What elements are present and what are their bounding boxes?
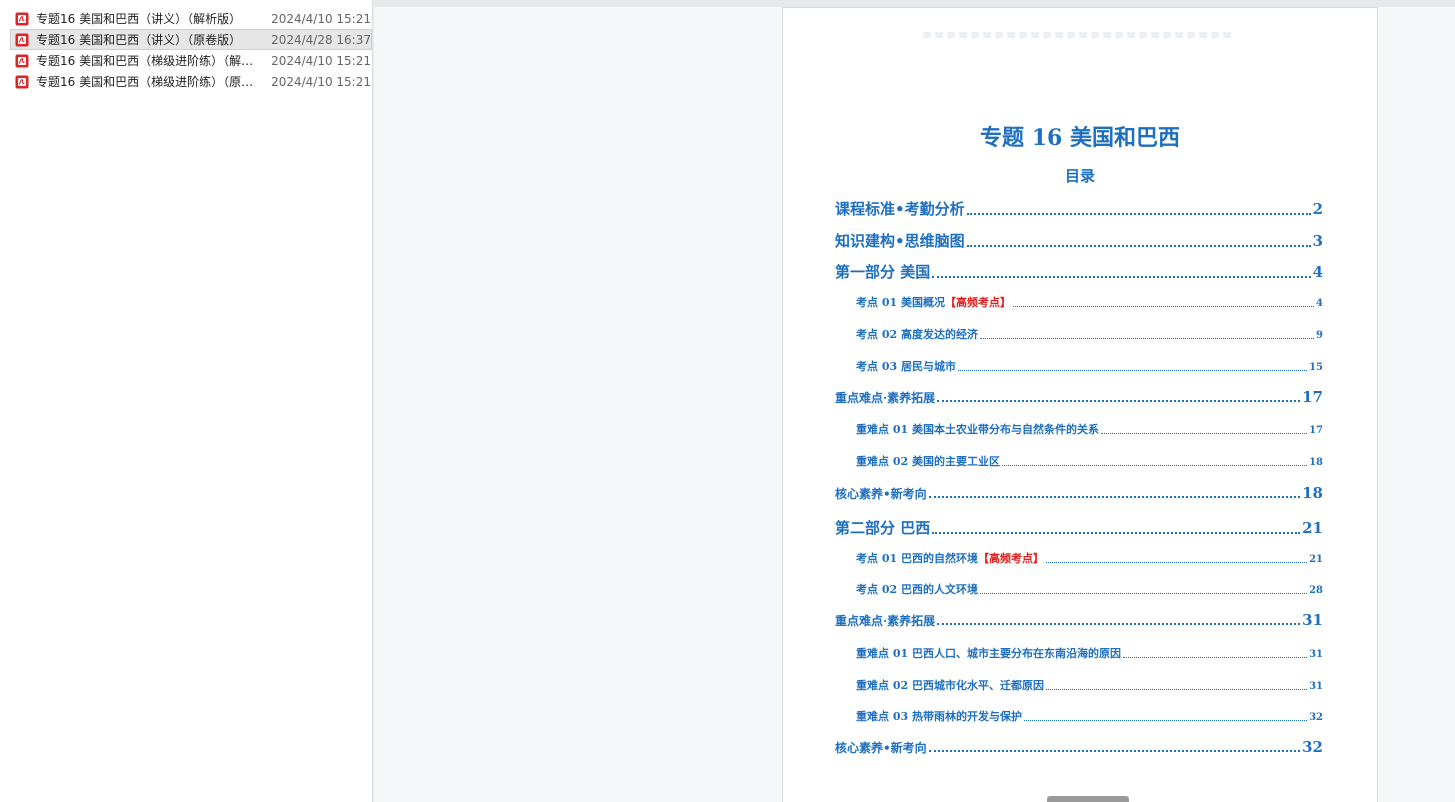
toc-leader-dots [928,750,1301,752]
pdf-icon [15,33,29,46]
toc-entry-text: 重点难点·素养拓展 [835,614,936,628]
toc-entry-highlight: 【高频考点】 [944,296,1011,309]
file-row-2[interactable]: 专题16 美国和巴西（梯级进阶练）（解析版） 2024/4/10 15:21 [10,50,372,71]
toc-page-number: 32 [1309,712,1323,723]
file-name: 专题16 美国和巴西（梯级进阶练）（解析版） [36,54,256,68]
toc-page-number: 18 [1302,484,1323,502]
file-row-3[interactable]: 专题16 美国和巴西（梯级进阶练）（原卷版） 2024/4/10 15:21 [10,71,372,92]
document-viewer[interactable]: 专题 16 美国和巴西 目录 课程标准•考勤分析 2 知识建构•思维脑图 3 第… [374,0,1455,802]
toc-entry-text: 第二部分 巴西 [835,519,931,537]
toc-entry[interactable]: 考点 02 巴西的人文环境 28 [856,581,1323,597]
toc-entry[interactable]: 考点 02 高度发达的经济 9 [856,326,1323,342]
page-header-watermark [923,32,1233,38]
toc-leader-dots [1023,720,1308,721]
toc-entry-text: 重点难点·素养拓展 [835,391,936,405]
toc-page-number: 31 [1309,649,1323,660]
document-title: 专题 16 美国和巴西 [980,125,1180,151]
toc-leader-dots [1045,562,1308,563]
toc-page-number: 32 [1302,738,1323,756]
toc-page-number: 3 [1312,232,1323,250]
toc-entry[interactable]: 考点 01 美国概况 【高频考点】 4 [856,294,1323,310]
toc-entry-text: 课程标准•考勤分析 [835,200,965,218]
file-date: 2024/4/10 15:21 [271,74,371,89]
toc-leader-dots [932,276,1311,278]
toc-leader-dots [937,623,1301,625]
toc-leader-dots [1122,657,1308,658]
toc-leader-dots [966,245,1311,247]
toc-page-number: 21 [1309,554,1323,565]
pdf-icon [15,75,29,88]
toc-page-number: 17 [1309,425,1323,436]
toc-page-number: 17 [1302,388,1323,406]
toc-page-number: 4 [1312,263,1323,281]
toc-entry[interactable]: 第一部分 美国 4 [835,261,1323,282]
toc-entry[interactable]: 重难点 01 美国本土农业带分布与自然条件的关系 17 [856,421,1323,437]
toc-entry[interactable]: 重难点 03 热带雨林的开发与保护 32 [856,708,1323,724]
toc-entry[interactable]: 考点 03 居民与城市 15 [856,358,1323,374]
file-list-pane: 专题16 美国和巴西（讲义）（解析版） 2024/4/10 15:21 专题16… [0,0,373,802]
toc-entry-text: 知识建构•思维脑图 [835,232,965,250]
toc-leader-dots [957,370,1308,371]
toc-leader-dots [937,400,1301,402]
toc-leader-dots [928,496,1301,498]
toc-page-number: 9 [1316,330,1323,341]
toc-leader-dots [979,593,1308,594]
toc-page-number: 15 [1309,362,1323,373]
pdf-icon [15,54,29,67]
toc-entry-text: 考点 01 美国概况 [856,296,945,309]
toc-entry-text: 重难点 01 美国本土农业带分布与自然条件的关系 [856,423,1099,436]
toc-entry[interactable]: 重难点 02 巴西城市化水平、迁都原因 31 [856,677,1323,693]
file-name: 专题16 美国和巴西（讲义）（原卷版） [36,33,242,47]
toc-page-number: 31 [1302,611,1323,629]
toc-entry[interactable]: 重点难点·素养拓展 31 [835,611,1323,629]
file-name: 专题16 美国和巴西（讲义）（解析版） [36,12,242,26]
scrollbar-thumb[interactable] [1047,796,1129,802]
toc-entry-text: 重难点 03 热带雨林的开发与保护 [856,710,1022,723]
toc-entry[interactable]: 重难点 02 美国的主要工业区 18 [856,453,1323,469]
toc-entry-text: 考点 02 巴西的人文环境 [856,583,978,596]
toc-heading: 目录 [1064,167,1095,185]
toc-entry[interactable]: 核心素养•新考向 32 [835,738,1323,756]
toc-leader-dots [966,213,1311,215]
toc-entry-text: 重难点 02 巴西城市化水平、迁都原因 [856,679,1044,692]
viewer-top-bar [374,0,1455,7]
toc-leader-dots [1100,433,1308,434]
pdf-icon [15,12,29,25]
toc-entry-text: 考点 02 高度发达的经济 [856,328,978,341]
toc-entry-highlight: 【高频考点】 [977,552,1044,565]
document-page: 专题 16 美国和巴西 目录 课程标准•考勤分析 2 知识建构•思维脑图 3 第… [782,7,1378,802]
toc-entry-text: 考点 03 居民与城市 [856,360,956,373]
file-date: 2024/4/10 15:21 [271,11,371,26]
toc-leader-dots [1045,689,1308,690]
toc-entry-text: 重难点 02 美国的主要工业区 [856,455,1000,468]
toc-entry-text: 重难点 01 巴西人口、城市主要分布在东南沿海的原因 [856,647,1121,660]
file-name: 专题16 美国和巴西（梯级进阶练）（原卷版） [36,75,256,89]
toc-leader-dots [1012,306,1315,307]
toc-page-number: 28 [1309,585,1323,596]
toc-entry[interactable]: 知识建构•思维脑图 3 [835,230,1323,251]
toc-entry[interactable]: 第二部分 巴西 21 [835,517,1323,538]
toc-page-number: 18 [1309,457,1323,468]
file-date: 2024/4/10 15:21 [271,53,371,68]
toc-entry[interactable]: 课程标准•考勤分析 2 [835,198,1323,219]
toc-entry-text: 核心素养•新考向 [835,741,927,755]
toc-leader-dots [979,338,1315,339]
toc-page-number: 31 [1309,681,1323,692]
toc-entry-text: 第一部分 美国 [835,263,931,281]
file-row-1[interactable]: 专题16 美国和巴西（讲义）（原卷版） 2024/4/28 16:37 [10,29,372,50]
toc-entry[interactable]: 重难点 01 巴西人口、城市主要分布在东南沿海的原因 31 [856,645,1323,661]
toc-entry[interactable]: 核心素养•新考向 18 [835,484,1323,502]
toc-page-number: 4 [1316,298,1323,309]
toc-entry[interactable]: 考点 01 巴西的自然环境 【高频考点】 21 [856,550,1323,566]
file-date: 2024/4/28 16:37 [271,32,371,47]
toc-page-number: 21 [1302,519,1323,537]
toc-entry[interactable]: 重点难点·素养拓展 17 [835,388,1323,406]
toc-entry-text: 考点 01 巴西的自然环境 [856,552,978,565]
toc-leader-dots [1001,465,1308,466]
file-row-0[interactable]: 专题16 美国和巴西（讲义）（解析版） 2024/4/10 15:21 [10,8,372,29]
toc-entry-text: 核心素养•新考向 [835,487,927,501]
toc-page-number: 2 [1312,200,1323,218]
toc-leader-dots [932,532,1301,534]
